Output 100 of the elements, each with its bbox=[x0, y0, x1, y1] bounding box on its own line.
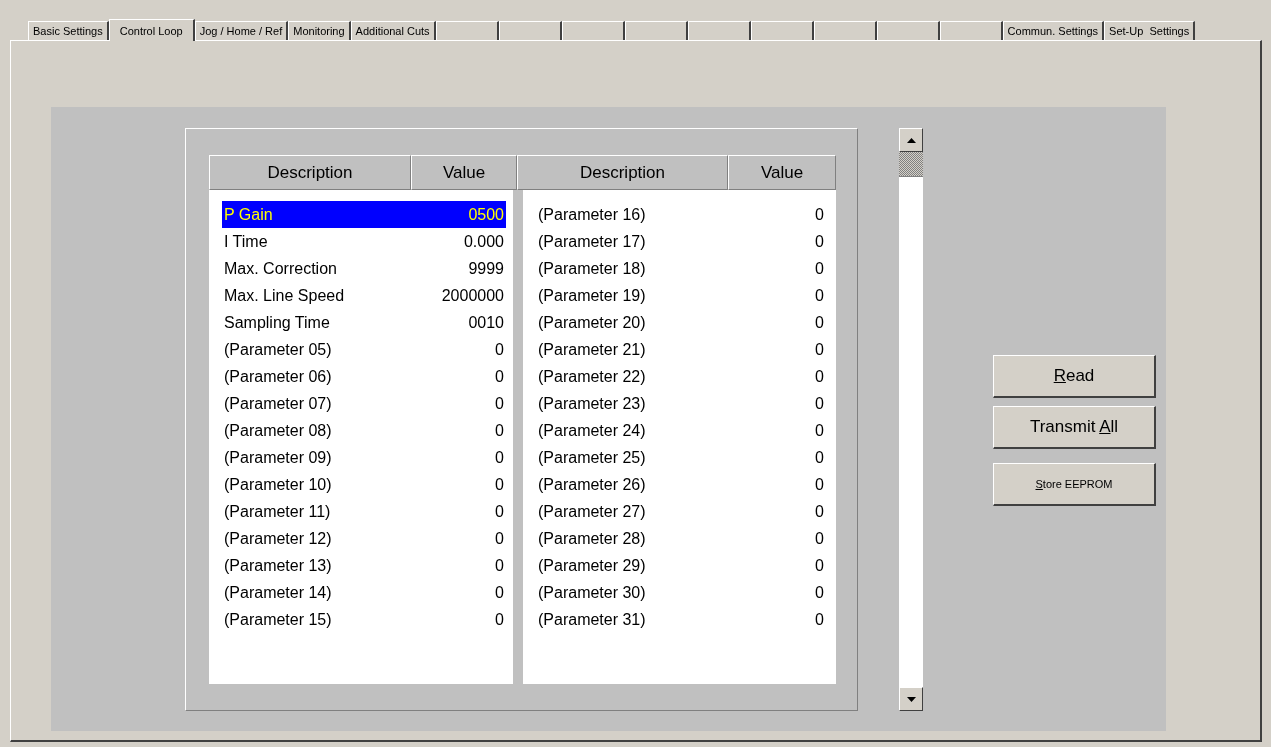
parameter-row[interactable]: (Parameter 09) 0 bbox=[222, 444, 506, 471]
column-header[interactable]: Value bbox=[728, 155, 836, 190]
parameter-row[interactable]: (Parameter 15) 0 bbox=[222, 606, 506, 633]
value-text: 0 bbox=[815, 502, 824, 521]
parameter-row[interactable]: (Parameter 21) 0 bbox=[536, 336, 826, 363]
description-text: (Parameter 18) bbox=[538, 259, 646, 278]
blank-tab[interactable] bbox=[624, 21, 688, 40]
value-text: 0 bbox=[815, 259, 824, 278]
blank-tab[interactable] bbox=[687, 21, 751, 40]
value-text: 0 bbox=[815, 421, 824, 440]
parameter-row[interactable]: (Parameter 18) 0 bbox=[536, 255, 826, 282]
tab[interactable]: Control Loop bbox=[108, 19, 195, 41]
value-text: 0 bbox=[495, 556, 504, 575]
description-text: (Parameter 31) bbox=[538, 610, 646, 629]
parameter-row[interactable]: (Parameter 05) 0 bbox=[222, 336, 506, 363]
value-text: 0500 bbox=[468, 205, 504, 224]
action-button[interactable]: Read bbox=[993, 355, 1156, 398]
description-text: (Parameter 26) bbox=[538, 475, 646, 494]
blank-tab[interactable] bbox=[435, 21, 499, 40]
tab[interactable]: Commun. Settings bbox=[1002, 21, 1105, 40]
description-text: (Parameter 09) bbox=[224, 448, 332, 467]
tab[interactable]: Jog / Home / Ref bbox=[194, 21, 289, 40]
parameter-row[interactable]: (Parameter 11) 0 bbox=[222, 498, 506, 525]
scroll-thumb[interactable] bbox=[899, 152, 923, 177]
parameter-row[interactable]: Max. Line Speed 2000000 bbox=[222, 282, 506, 309]
blank-tab[interactable] bbox=[939, 21, 1003, 40]
column-header[interactable]: Description bbox=[209, 155, 411, 190]
parameter-row[interactable]: (Parameter 26) 0 bbox=[536, 471, 826, 498]
parameter-row[interactable]: (Parameter 25) 0 bbox=[536, 444, 826, 471]
tab[interactable]: Basic Settings bbox=[28, 21, 109, 40]
action-button[interactable]: Store EEPROM bbox=[993, 463, 1156, 506]
parameter-row[interactable]: Max. Correction 9999 bbox=[222, 255, 506, 282]
parameter-row[interactable]: (Parameter 17) 0 bbox=[536, 228, 826, 255]
tab[interactable]: Monitoring bbox=[288, 21, 351, 40]
blank-tab[interactable] bbox=[876, 21, 940, 40]
scrollbar[interactable] bbox=[899, 128, 923, 711]
parameter-row[interactable]: (Parameter 13) 0 bbox=[222, 552, 506, 579]
description-text: (Parameter 25) bbox=[538, 448, 646, 467]
blank-tab[interactable] bbox=[498, 21, 562, 40]
parameter-row[interactable]: (Parameter 31) 0 bbox=[536, 606, 826, 633]
description-text: Max. Line Speed bbox=[224, 286, 345, 305]
description-text: (Parameter 28) bbox=[538, 529, 646, 548]
description-text: (Parameter 10) bbox=[224, 475, 332, 494]
description-text: (Parameter 08) bbox=[224, 421, 332, 440]
column-header[interactable]: Description bbox=[517, 155, 728, 190]
description-text: (Parameter 16) bbox=[538, 205, 646, 224]
value-text: 0 bbox=[815, 448, 824, 467]
value-text: 0 bbox=[815, 394, 824, 413]
parameter-row[interactable]: (Parameter 07) 0 bbox=[222, 390, 506, 417]
description-text: Sampling Time bbox=[224, 313, 330, 332]
blank-tab[interactable] bbox=[561, 21, 625, 40]
parameter-row[interactable]: (Parameter 28) 0 bbox=[536, 525, 826, 552]
value-text: 0 bbox=[495, 610, 504, 629]
blank-tab[interactable] bbox=[750, 21, 814, 40]
parameter-row[interactable]: (Parameter 06) 0 bbox=[222, 363, 506, 390]
parameter-row[interactable]: P Gain 0500 bbox=[222, 201, 506, 228]
parameter-row[interactable]: (Parameter 19) 0 bbox=[536, 282, 826, 309]
parameter-row[interactable]: (Parameter 23) 0 bbox=[536, 390, 826, 417]
description-text: (Parameter 19) bbox=[538, 286, 646, 305]
blank-tab[interactable] bbox=[813, 21, 877, 40]
value-text: 0 bbox=[815, 367, 824, 386]
value-text: 0 bbox=[815, 475, 824, 494]
parameter-row[interactable]: (Parameter 10) 0 bbox=[222, 471, 506, 498]
description-text: P Gain bbox=[224, 205, 273, 224]
parameter-row[interactable]: (Parameter 24) 0 bbox=[536, 417, 826, 444]
parameter-row[interactable]: (Parameter 16) 0 bbox=[536, 201, 826, 228]
value-text: 0 bbox=[815, 556, 824, 575]
parameter-row[interactable]: (Parameter 22) 0 bbox=[536, 363, 826, 390]
description-text: (Parameter 21) bbox=[538, 340, 646, 359]
value-text: 0 bbox=[495, 340, 504, 359]
scroll-down-button[interactable] bbox=[899, 687, 923, 711]
description-text: (Parameter 24) bbox=[538, 421, 646, 440]
value-text: 0010 bbox=[468, 313, 504, 332]
tab[interactable]: Set-Up Settings bbox=[1104, 21, 1196, 40]
description-text: (Parameter 22) bbox=[538, 367, 646, 386]
value-text: 0 bbox=[495, 421, 504, 440]
description-text: (Parameter 23) bbox=[538, 394, 646, 413]
value-text: 0 bbox=[815, 313, 824, 332]
description-text: (Parameter 13) bbox=[224, 556, 332, 575]
parameter-row[interactable]: I Time 0.000 bbox=[222, 228, 506, 255]
parameter-row[interactable]: (Parameter 30) 0 bbox=[536, 579, 826, 606]
parameter-row[interactable]: (Parameter 27) 0 bbox=[536, 498, 826, 525]
value-text: 0.000 bbox=[463, 232, 504, 251]
description-text: I Time bbox=[224, 232, 268, 251]
parameter-row[interactable]: (Parameter 14) 0 bbox=[222, 579, 506, 606]
tab[interactable]: Additional Cuts bbox=[350, 21, 436, 40]
scroll-up-button[interactable] bbox=[899, 128, 923, 152]
description-text: (Parameter 06) bbox=[224, 367, 332, 386]
parameter-row[interactable]: Sampling Time 0010 bbox=[222, 309, 506, 336]
description-text: (Parameter 27) bbox=[538, 502, 646, 521]
value-text: 0 bbox=[495, 529, 504, 548]
value-text: 0 bbox=[815, 232, 824, 251]
action-button[interactable]: Transmit All bbox=[993, 406, 1156, 449]
parameter-row[interactable]: (Parameter 12) 0 bbox=[222, 525, 506, 552]
parameter-row[interactable]: (Parameter 29) 0 bbox=[536, 552, 826, 579]
parameter-row[interactable]: (Parameter 20) 0 bbox=[536, 309, 826, 336]
description-text: (Parameter 20) bbox=[538, 313, 646, 332]
parameter-row[interactable]: (Parameter 08) 0 bbox=[222, 417, 506, 444]
column-header[interactable]: Value bbox=[411, 155, 517, 190]
value-text: 0 bbox=[495, 448, 504, 467]
